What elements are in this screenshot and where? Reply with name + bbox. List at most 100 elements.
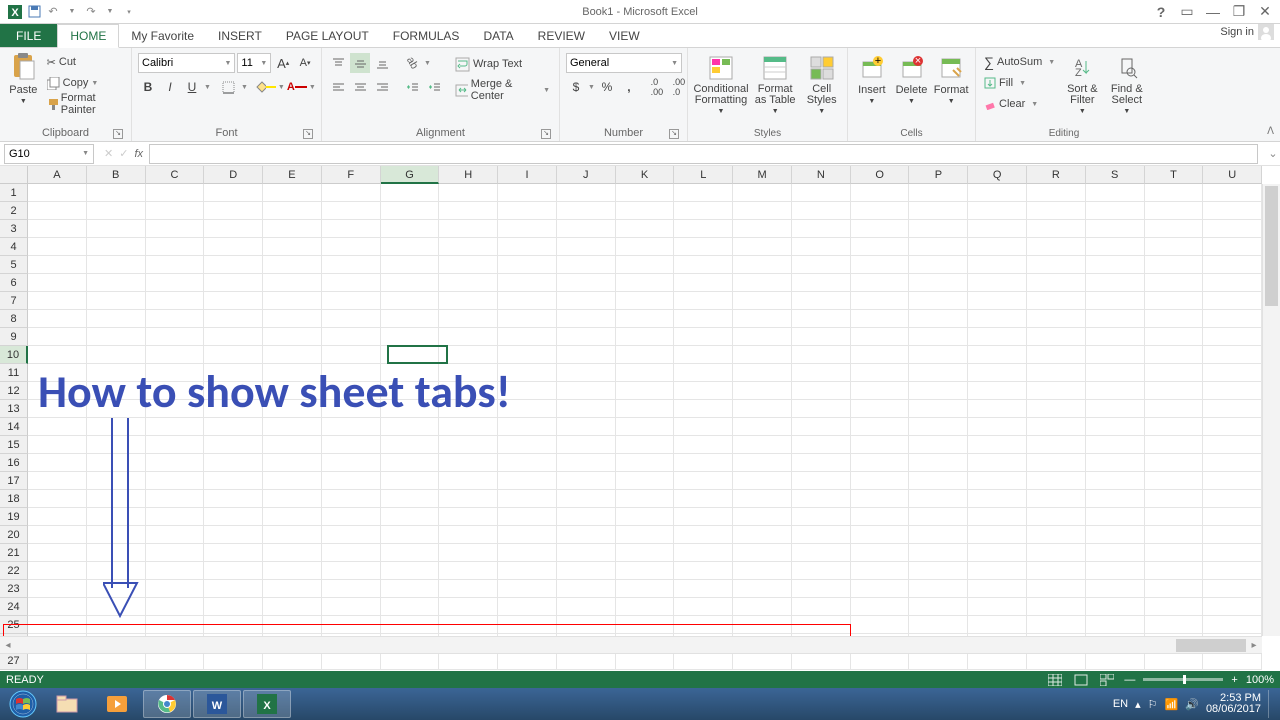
- find-select-button[interactable]: Find & Select▼: [1108, 50, 1146, 115]
- format-painter-button[interactable]: Format Painter: [45, 94, 125, 114]
- undo-icon[interactable]: ↶: [44, 3, 62, 21]
- clipboard-launcher[interactable]: ↘: [113, 129, 123, 139]
- tab-review[interactable]: REVIEW: [526, 24, 597, 47]
- underline-button[interactable]: U: [182, 77, 202, 97]
- number-format-select[interactable]: General▼: [566, 53, 682, 73]
- col-header[interactable]: B: [87, 166, 146, 184]
- decrease-indent-button[interactable]: [402, 77, 422, 97]
- col-header[interactable]: D: [204, 166, 263, 184]
- row-header[interactable]: 9: [0, 328, 28, 346]
- font-launcher[interactable]: ↘: [303, 129, 313, 139]
- format-cells-button[interactable]: Format▼: [933, 50, 969, 105]
- select-all-corner[interactable]: [0, 166, 28, 184]
- enter-formula-icon[interactable]: ✓: [119, 147, 128, 160]
- paste-button[interactable]: Paste▼: [6, 50, 41, 105]
- alignment-launcher[interactable]: ↘: [541, 129, 551, 139]
- vertical-scrollbar[interactable]: [1262, 184, 1280, 636]
- fill-button[interactable]: Fill▼: [982, 73, 1057, 93]
- zoom-out-button[interactable]: —: [1124, 674, 1135, 686]
- horizontal-scrollbar[interactable]: ◂▸: [0, 636, 1262, 653]
- col-header[interactable]: N: [792, 166, 851, 184]
- row-header[interactable]: 7: [0, 292, 28, 310]
- col-header[interactable]: R: [1027, 166, 1086, 184]
- row-header[interactable]: 14: [0, 418, 28, 436]
- clear-button[interactable]: Clear▼: [982, 94, 1057, 114]
- align-right-button[interactable]: [372, 77, 392, 97]
- align-top-button[interactable]: [328, 53, 348, 73]
- accounting-button[interactable]: $: [566, 77, 586, 97]
- tray-lang[interactable]: EN: [1113, 698, 1128, 710]
- tray-flag-icon[interactable]: ⚐: [1148, 698, 1158, 711]
- font-size-select[interactable]: 11▼: [237, 53, 271, 73]
- sort-filter-button[interactable]: AZSort & Filter▼: [1063, 50, 1101, 115]
- row-header[interactable]: 10: [0, 346, 28, 364]
- col-header[interactable]: U: [1203, 166, 1262, 184]
- autosum-button[interactable]: ∑AutoSum▼: [982, 52, 1057, 72]
- percent-button[interactable]: %: [597, 77, 617, 97]
- zoom-slider[interactable]: [1143, 678, 1223, 681]
- col-header[interactable]: F: [322, 166, 381, 184]
- row-header[interactable]: 25: [0, 616, 28, 634]
- row-header[interactable]: 4: [0, 238, 28, 256]
- align-left-button[interactable]: [328, 77, 348, 97]
- row-header[interactable]: 22: [0, 562, 28, 580]
- increase-decimal-button[interactable]: .0.00: [647, 77, 667, 97]
- show-desktop-button[interactable]: [1268, 690, 1276, 718]
- copy-button[interactable]: Copy▼: [45, 73, 125, 93]
- spreadsheet-grid[interactable]: ABCDEFGHIJKLMNOPQRSTU 123456789101112131…: [0, 166, 1280, 671]
- page-break-view-icon[interactable]: [1098, 673, 1116, 686]
- row-header[interactable]: 3: [0, 220, 28, 238]
- wrap-text-button[interactable]: Wrap Text: [452, 53, 553, 75]
- align-middle-button[interactable]: [350, 53, 370, 73]
- tray-clock[interactable]: 2:53 PM08/06/2017: [1206, 693, 1261, 715]
- redo-icon[interactable]: ↷: [82, 3, 100, 21]
- signin-link[interactable]: Sign in: [1220, 24, 1274, 40]
- increase-indent-button[interactable]: [424, 77, 444, 97]
- help-icon[interactable]: ?: [1150, 4, 1172, 20]
- delete-cells-button[interactable]: ×Delete▼: [894, 50, 930, 105]
- col-header[interactable]: I: [498, 166, 557, 184]
- zoom-level[interactable]: 100%: [1246, 674, 1274, 686]
- cell-styles-button[interactable]: Cell Styles▼: [802, 50, 841, 115]
- cancel-formula-icon[interactable]: ✕: [104, 147, 113, 160]
- cut-button[interactable]: ✂Cut: [45, 52, 125, 72]
- fx-icon[interactable]: fx: [134, 148, 143, 160]
- col-header[interactable]: M: [733, 166, 792, 184]
- taskbar-excel[interactable]: X: [243, 690, 291, 718]
- tab-view[interactable]: VIEW: [597, 24, 652, 47]
- qat-customize[interactable]: ▾: [120, 3, 138, 21]
- ribbon-opts-icon[interactable]: ▭: [1176, 3, 1198, 20]
- col-header[interactable]: C: [146, 166, 205, 184]
- tab-pagelayout[interactable]: PAGE LAYOUT: [274, 24, 381, 47]
- row-header[interactable]: 24: [0, 598, 28, 616]
- restore-icon[interactable]: ❐: [1228, 3, 1250, 20]
- align-bottom-button[interactable]: [372, 53, 392, 73]
- row-header[interactable]: 13: [0, 400, 28, 418]
- tab-insert[interactable]: INSERT: [206, 24, 274, 47]
- bold-button[interactable]: B: [138, 77, 158, 97]
- row-header[interactable]: 12: [0, 382, 28, 400]
- tab-favorite[interactable]: My Favorite: [119, 24, 206, 47]
- page-layout-view-icon[interactable]: [1072, 673, 1090, 686]
- name-box[interactable]: G10▼: [4, 144, 94, 164]
- col-header[interactable]: G: [381, 166, 440, 184]
- tray-volume-icon[interactable]: 🔊: [1185, 698, 1199, 711]
- close-icon[interactable]: ✕: [1254, 3, 1276, 20]
- orientation-button[interactable]: ab: [402, 53, 422, 73]
- undo-dd[interactable]: ▼: [63, 3, 81, 21]
- taskbar-media[interactable]: [93, 690, 141, 718]
- tab-formulas[interactable]: FORMULAS: [381, 24, 472, 47]
- save-icon[interactable]: [25, 3, 43, 21]
- col-header[interactable]: H: [439, 166, 498, 184]
- align-center-button[interactable]: [350, 77, 370, 97]
- row-header[interactable]: 20: [0, 526, 28, 544]
- row-header[interactable]: 8: [0, 310, 28, 328]
- col-header[interactable]: P: [909, 166, 968, 184]
- tray-up-icon[interactable]: ▴: [1135, 698, 1141, 711]
- insert-cells-button[interactable]: +Insert▼: [854, 50, 890, 105]
- taskbar-word[interactable]: W: [193, 690, 241, 718]
- decrease-decimal-button[interactable]: .00.0: [669, 77, 689, 97]
- taskbar-explorer[interactable]: [43, 690, 91, 718]
- comma-button[interactable]: ,: [619, 77, 639, 97]
- col-header[interactable]: Q: [968, 166, 1027, 184]
